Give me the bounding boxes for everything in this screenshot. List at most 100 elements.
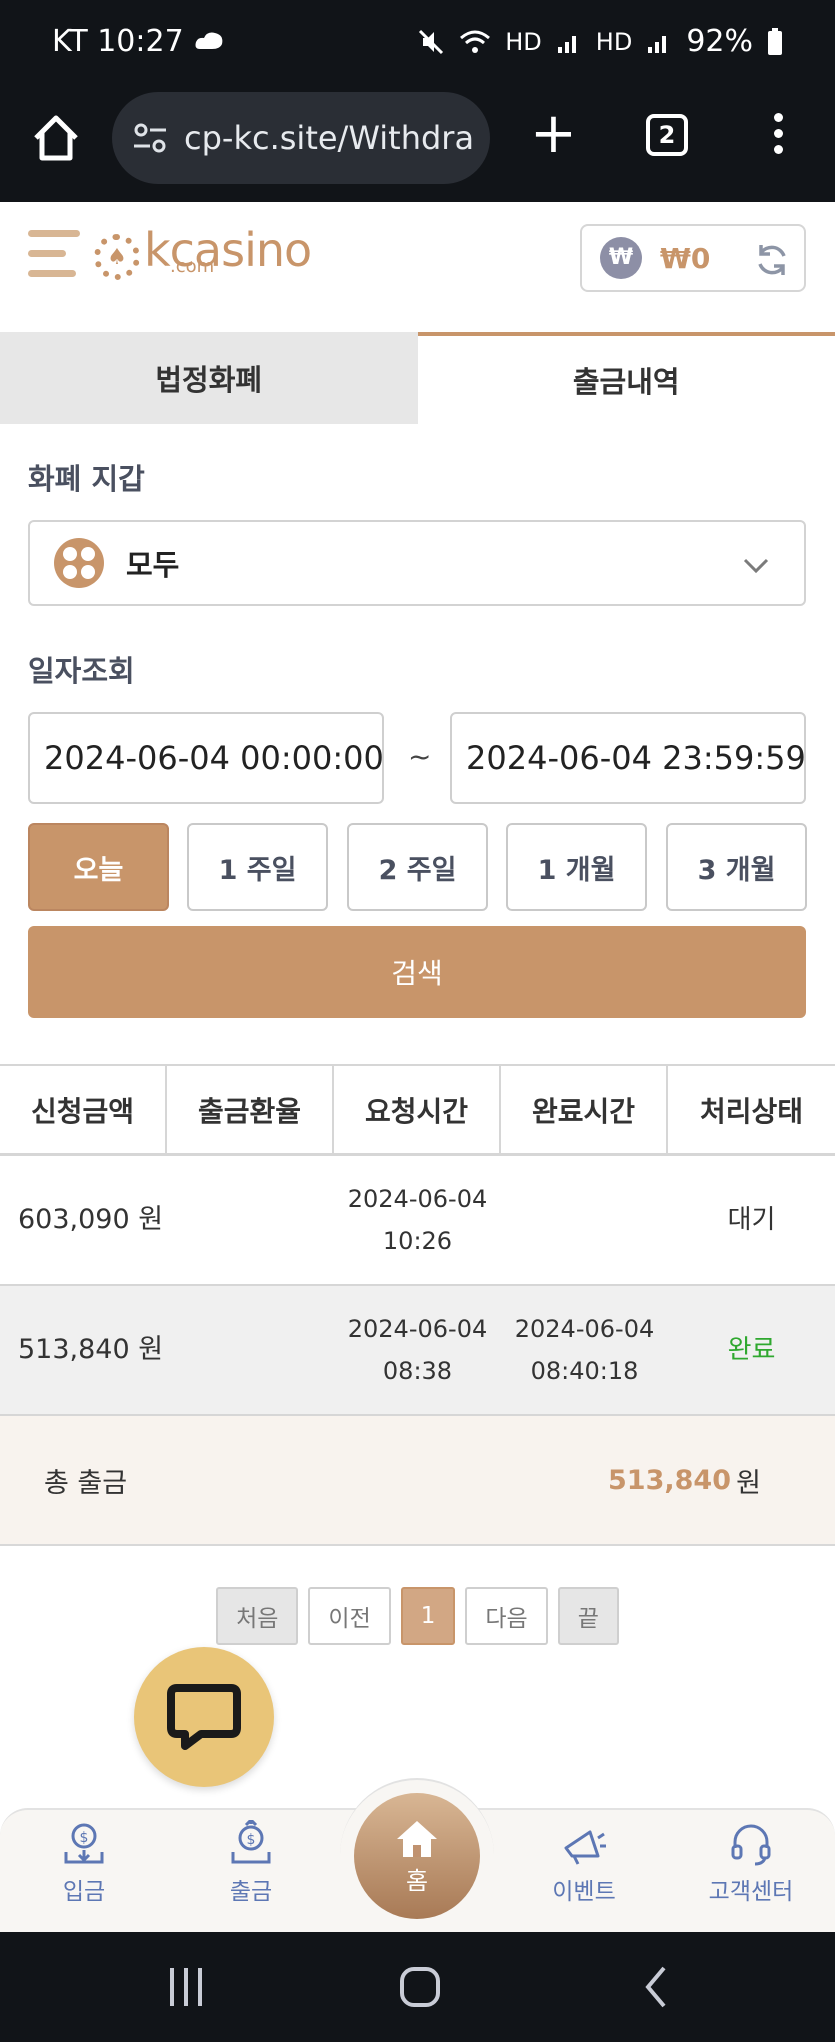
headset-icon [731,1824,771,1866]
app-header: ♠ kcasino .com ₩ ₩0 [0,202,835,332]
tab-withdraw-history[interactable]: 출금내역 [417,332,835,424]
nav-deposit-label: 입금 [62,1879,106,1905]
nav-support[interactable]: 고객센터 [681,1820,821,1906]
col-status: 처리상태 [699,1094,804,1128]
battery-percent: 92% [686,24,753,59]
nav-home-label: 홈 [405,1866,429,1895]
range-1month-button[interactable]: 1 개월 [506,823,647,911]
date-from-input[interactable]: 2024-06-04 00:00:00 [28,712,384,804]
date-to-input[interactable]: 2024-06-04 23:59:59 [450,712,806,804]
row-complete-time [501,1156,668,1284]
total-unit: 원 [736,1467,761,1499]
spade-chip-icon: ♠ [94,234,140,280]
row-request-clock: 08:38 [382,1357,453,1385]
range-3month-button[interactable]: 3 개월 [666,823,807,911]
nav-event-label: 이벤트 [552,1879,616,1905]
url-bar[interactable]: cp-kc.site/Withdra [112,92,490,184]
android-home-icon[interactable] [398,1964,442,2010]
signal-icon [648,35,667,53]
range-1week-button[interactable]: 1 주일 [187,823,328,911]
col-request-time: 요청시간 [334,1066,501,1153]
deposit-icon: $ [64,1823,104,1864]
chevron-down-icon [743,558,769,574]
cloud-icon [195,32,223,49]
total-label: 총 출금 [44,1467,128,1499]
browser-menu-button[interactable] [768,108,788,164]
new-tab-button[interactable]: + [530,106,577,162]
logo-sub: .com [170,256,215,277]
pagination: 처음 이전 1 다음 끝 [0,1587,835,1645]
house-icon [397,1820,437,1857]
hamburger-menu-icon[interactable] [28,230,80,282]
page-current-button[interactable]: 1 [400,1587,456,1645]
row-complete-date: 2024-06-04 [514,1315,655,1343]
recent-apps-icon[interactable] [166,1964,206,2010]
range-2week-button[interactable]: 2 주일 [347,823,488,911]
svg-text:$: $ [80,1830,89,1846]
table-header: 신청금액 출금환율 요청시간 완료시간 처리상태 [0,1064,835,1156]
col-exchange-rate: 출금환율 [167,1066,334,1153]
date-search-label: 일자조회 [28,654,135,688]
battery-icon [768,27,782,55]
wallet-select[interactable]: 모두 [28,520,806,606]
balance-box: ₩ ₩0 [580,224,806,292]
signal-icon [557,35,576,53]
url-text: cp-kc.site/Withdra [184,119,475,157]
status-bar: KT 10:27 HD HD 92% [0,0,835,88]
withdraw-icon: $ [231,1820,271,1864]
row-complete-time: 2024-06-04 08:40:18 [501,1286,668,1414]
search-button[interactable]: 검색 [28,926,806,1018]
status-left: KT 10:27 [52,24,226,59]
row-status: 완료 [727,1335,776,1365]
browser-toolbar: cp-kc.site/Withdra + 2 [0,88,835,202]
svg-text:$: $ [247,1832,256,1848]
col-complete-time: 완료시간 [501,1066,668,1153]
range-today-button[interactable]: 오늘 [28,823,169,911]
row-amount: 513,840 원 [18,1334,164,1365]
row-request-time: 2024-06-04 08:38 [334,1286,501,1414]
col-request-amount: 신청금액 [0,1066,167,1153]
won-coin-icon: ₩ [600,237,642,279]
tab-fiat[interactable]: 법정화폐 [0,332,418,424]
chat-bubble-icon [167,1684,241,1750]
status-right: HD HD 92% [417,24,783,59]
date-separator: ~ [408,740,432,773]
row-request-clock: 10:26 [382,1227,453,1255]
mute-icon [419,29,444,54]
carrier-time: KT 10:27 [52,24,184,59]
nav-withdraw[interactable]: $ 출금 [181,1820,321,1906]
table-row: 513,840 원 2024-06-04 08:38 2024-06-04 08:4… [0,1286,835,1416]
page-last-button[interactable]: 끝 [557,1587,619,1645]
nav-support-label: 고객센터 [708,1879,794,1905]
nav-home[interactable]: 홈 [354,1793,480,1919]
page-first-button[interactable]: 처음 [216,1587,299,1645]
home-icon[interactable] [28,110,84,166]
megaphone-icon [564,1830,606,1865]
nav-withdraw-label: 출금 [229,1879,273,1905]
page-prev-button[interactable]: 이전 [308,1587,391,1645]
all-grid-icon [54,538,104,588]
tab-bar: 법정화폐 출금내역 [0,332,835,424]
nav-deposit[interactable]: $ 입금 [14,1820,154,1906]
page-next-button[interactable]: 다음 [465,1587,548,1645]
total-value: 513,840 [608,1464,731,1496]
back-icon[interactable] [640,1964,672,2010]
row-complete-clock: 08:40:18 [530,1357,639,1385]
chat-button[interactable] [134,1647,274,1787]
table-row: 603,090 원 2024-06-04 10:26 대기 [0,1156,835,1286]
wallet-label: 화폐 지갑 [28,462,145,496]
site-settings-icon[interactable] [130,118,170,158]
wifi-icon [460,30,491,53]
hd-icon: HD [595,27,633,56]
wallet-value: 모두 [126,548,180,582]
row-rate [167,1286,334,1414]
android-nav-bar [0,1932,835,2042]
tab-switcher-button[interactable]: 2 [646,114,688,156]
row-status: 대기 [727,1205,776,1235]
row-amount: 603,090 원 [18,1204,164,1235]
nav-event[interactable]: 이벤트 [514,1820,654,1906]
refresh-icon[interactable] [754,242,790,278]
total-row: 총 출금 513,840 원 [0,1416,835,1546]
balance-value: ₩0 [660,241,711,275]
row-request-time: 2024-06-04 10:26 [334,1156,501,1284]
